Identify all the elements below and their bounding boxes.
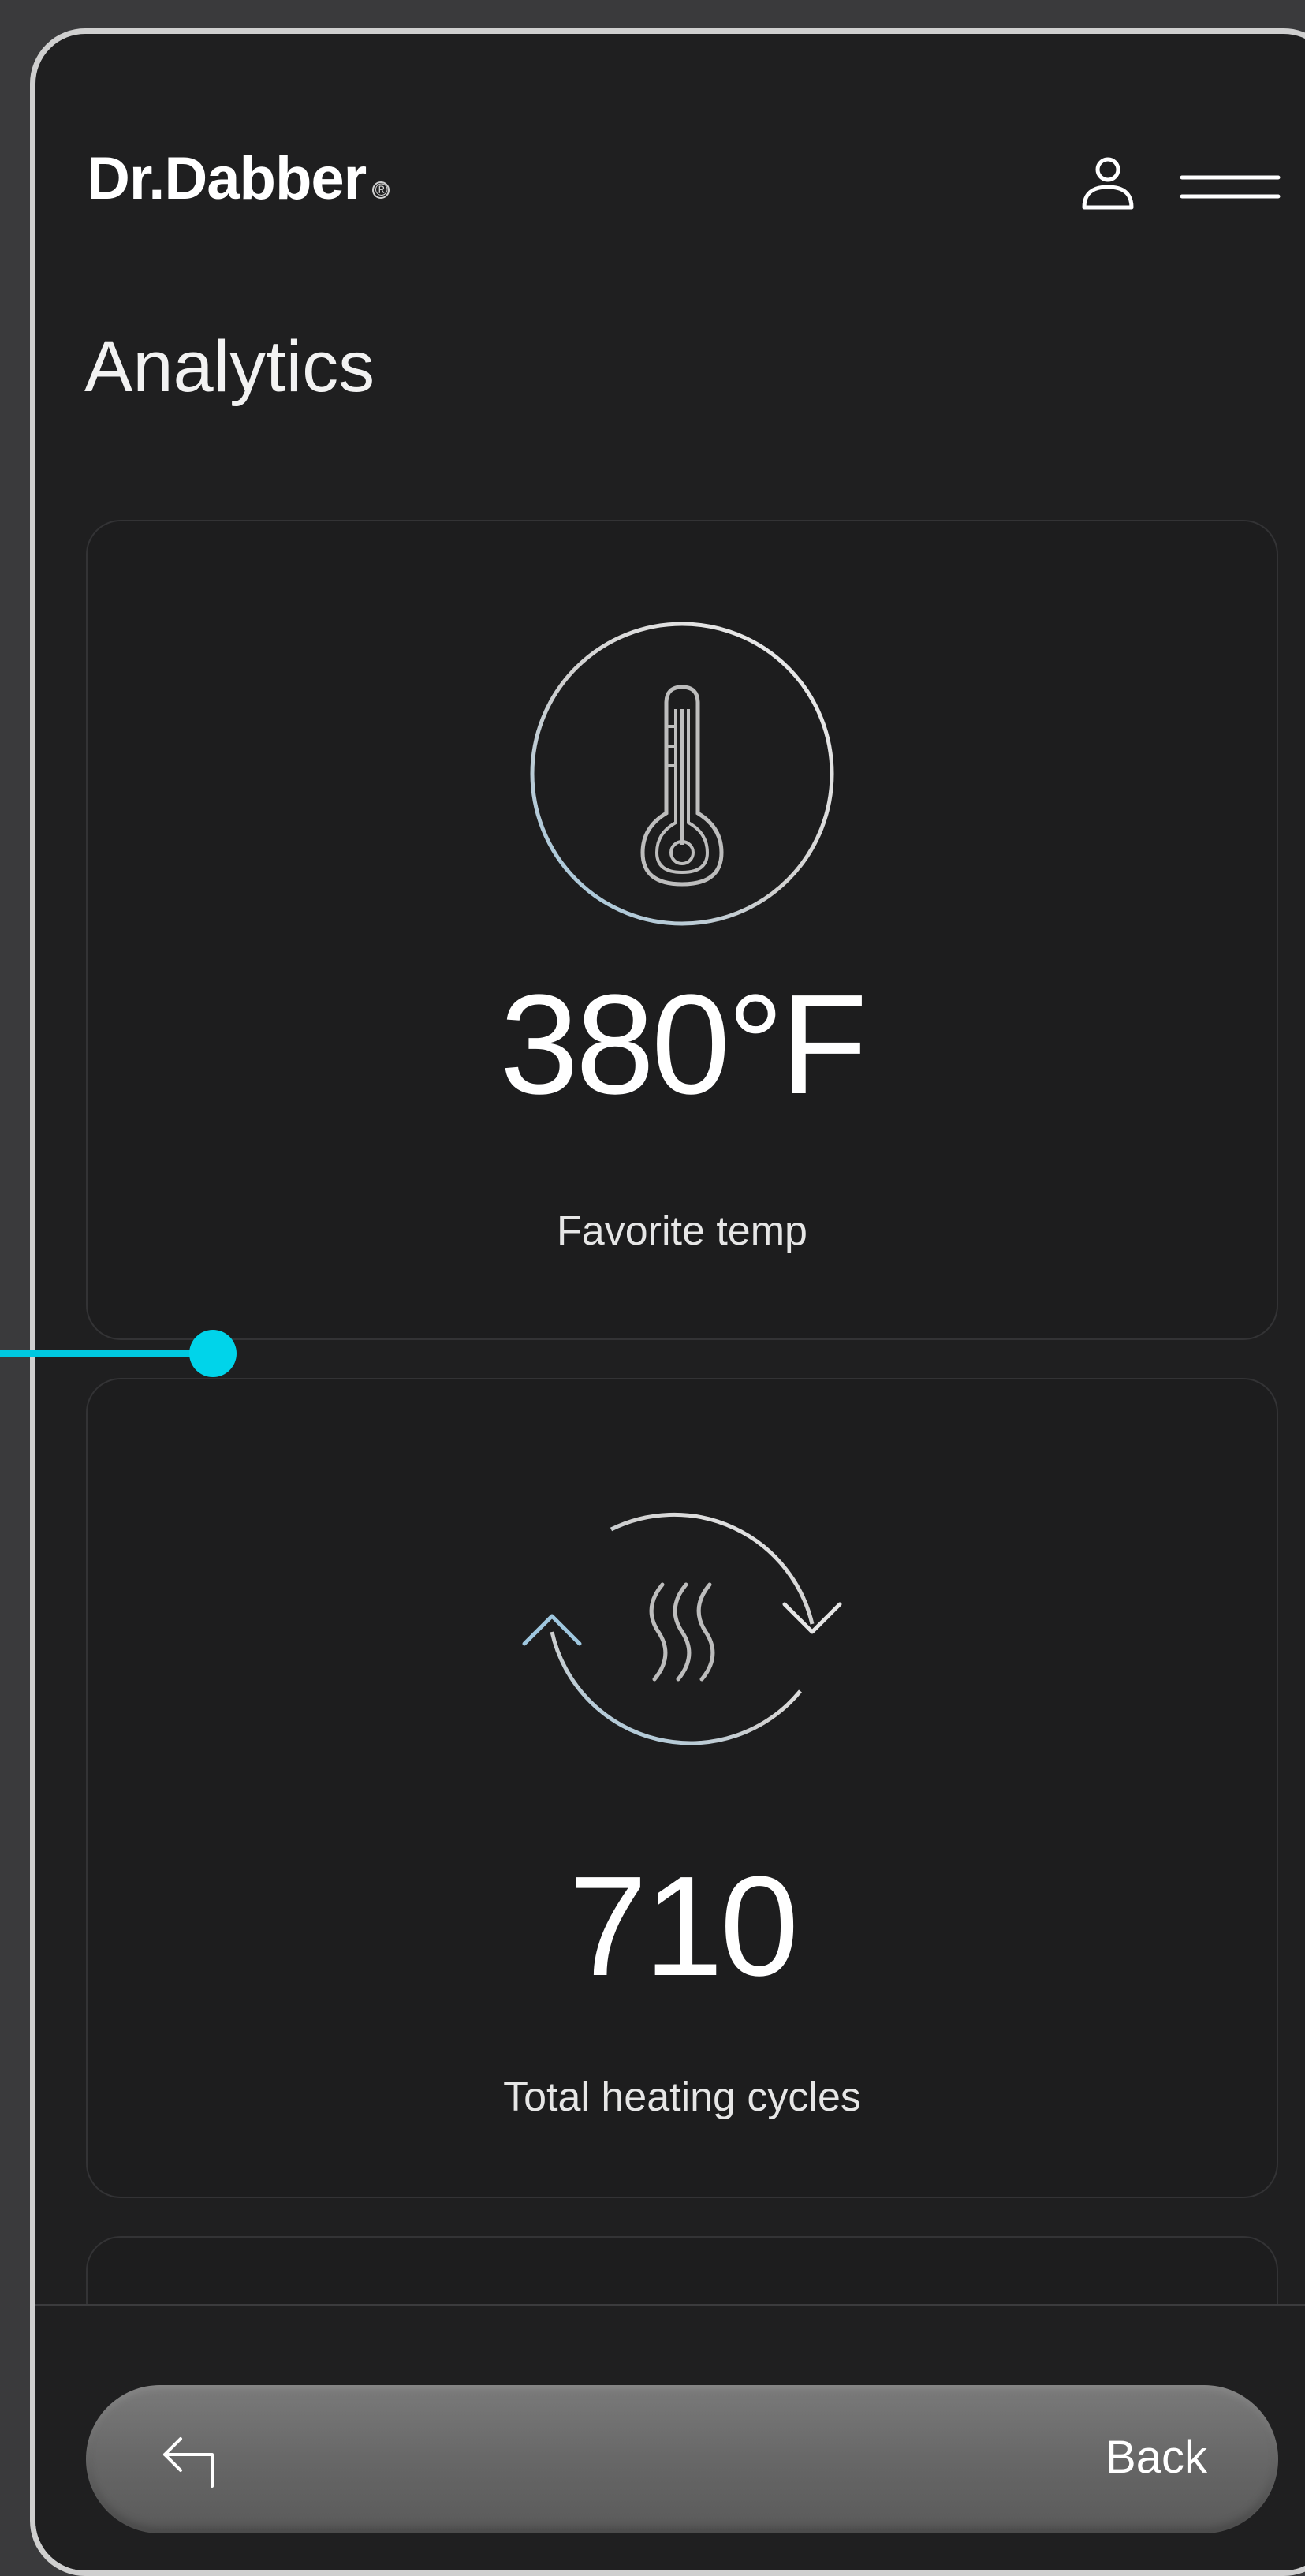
annotation-connector-line — [0, 1350, 213, 1357]
favorite-temp-value: 380°F — [499, 965, 867, 1124]
registered-mark: ® — [372, 181, 390, 199]
back-arrow-icon — [163, 2437, 214, 2488]
phone-frame: Dr.Dabber ® Analytics 380°F Favorite tem… — [30, 28, 1305, 2576]
hamburger-menu-icon[interactable] — [1179, 168, 1281, 207]
back-label: Back — [1106, 2432, 1207, 2483]
brand-name: Dr.Dabber — [87, 145, 367, 212]
bottom-bar: Back — [35, 2304, 1305, 2570]
stat-card-heating-cycles: 710 Total heating cycles — [86, 1378, 1278, 2198]
back-button[interactable]: Back — [86, 2385, 1278, 2533]
stat-card-favorite-temp: 380°F Favorite temp — [86, 520, 1278, 1340]
user-icon[interactable] — [1076, 152, 1139, 215]
brand-logo[interactable]: Dr.Dabber ® — [87, 144, 390, 213]
favorite-temp-label: Favorite temp — [557, 1208, 807, 1254]
page-title: Analytics — [84, 327, 375, 407]
heating-cycles-label: Total heating cycles — [503, 2074, 861, 2120]
heating-cycles-value: 710 — [568, 1847, 799, 2006]
app-header: Dr.Dabber ® — [35, 34, 1305, 349]
thermometer-icon — [530, 622, 834, 926]
annotation-connector-dot — [189, 1330, 237, 1377]
heating-cycle-icon — [522, 1512, 842, 1745]
